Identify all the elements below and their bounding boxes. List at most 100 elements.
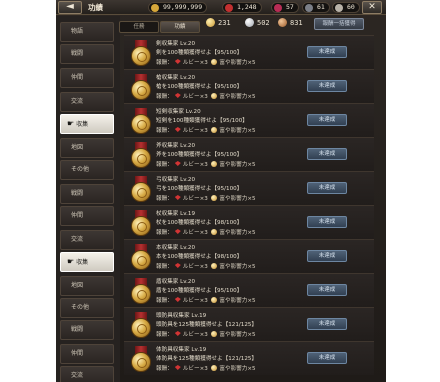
ruby-icon: [174, 161, 181, 166]
achievement-reward: 報酬： ルビー×3 富や影響力×5: [156, 127, 256, 134]
fame-coin-icon: [211, 229, 218, 235]
ruby-icon: [174, 195, 181, 200]
list-item: 体防具収集家 Lv.19 体防具を125種類獲得せよ【121/125】 報酬：ル…: [124, 341, 374, 375]
achievement-description: 斧を100種類獲得せよ【95/100】: [156, 152, 243, 158]
list-item: 槍収集家 Lv.20 槍を100種類獲得せよ【95/100】 報酬： ルビー×3 …: [124, 69, 374, 103]
list-item: 杖収集家 Lv.19 杖を100種類獲得せよ【98/100】 報酬： ルビー×3 …: [124, 205, 374, 239]
medal-icon: [129, 244, 153, 271]
gem-currency: 1,248: [222, 2, 262, 13]
achievement-description: 杖を100種類獲得せよ【98/100】: [156, 220, 243, 226]
achievement-status-button[interactable]: 未達成: [307, 250, 347, 262]
medal-icon: [129, 346, 153, 373]
back-button[interactable]: ◄: [58, 1, 82, 14]
fame-coin-icon: [211, 127, 218, 133]
top-bar: ◄ 功績 99,999,999 1,248 57 61 60 ✕: [56, 0, 386, 15]
sidebar-item-exchange[interactable]: 交流: [60, 366, 114, 382]
sidebar-item-exchange[interactable]: 交流: [60, 230, 114, 250]
bronze-medal-icon: [278, 18, 287, 27]
list-item: 短剣収集家 Lv.20 短剣を100種類獲得せよ【95/100】 報酬： ルビー×…: [124, 103, 374, 137]
medal-icon: [129, 108, 153, 135]
silver-medal-counter: 502: [245, 17, 270, 29]
list-item: 頭防具収集家 Lv.19 頭防具を125種類獲得せよ【121/125】 報酬：ル…: [124, 307, 374, 341]
achievement-description: 本を100種類獲得せよ【98/100】: [156, 254, 243, 260]
fame-coin-icon: [211, 263, 218, 269]
achievement-description: 剣を100種類獲得せよ【95/100】: [156, 50, 243, 56]
ruby-icon: [174, 93, 181, 98]
achievement-title: 剣収集家 Lv.20: [156, 41, 196, 47]
medal-icon: [129, 142, 153, 169]
ruby-icon: [174, 263, 181, 268]
close-button[interactable]: ✕: [362, 1, 382, 14]
sidebar-item-companions[interactable]: 仲間: [60, 206, 114, 226]
list-item: 剣収集家 Lv.20 剣を100種類獲得せよ【95/100】 報酬： ルビー×3 …: [124, 35, 374, 69]
achievement-status-button[interactable]: 未達成: [307, 182, 347, 194]
tab-achievements[interactable]: 功績: [160, 21, 200, 33]
achievement-status-button[interactable]: 未達成: [307, 318, 347, 330]
sidebar-item-companions[interactable]: 仲間: [60, 344, 114, 364]
achievement-title: 杖収集家 Lv.19: [156, 211, 196, 217]
achievement-status-button[interactable]: 未達成: [307, 46, 347, 58]
ruby-icon: [174, 365, 181, 370]
medal-icon: [129, 312, 153, 339]
achievement-description: 盾を100種類獲得せよ【95/100】: [156, 288, 243, 294]
achievement-title: 短剣収集家 Lv.20: [156, 109, 201, 115]
achievement-status-button[interactable]: 未達成: [307, 114, 347, 126]
sidebar-item-collection[interactable]: ☛ 収集: [60, 114, 114, 134]
achievement-status-button[interactable]: 未達成: [307, 80, 347, 92]
sidebar-item-battle[interactable]: 戦闘: [60, 184, 114, 204]
collect-all-rewards-button[interactable]: 報酬一括獲得: [314, 18, 364, 30]
achievement-reward: 報酬： ルビー×3 富や影響力×5: [156, 365, 256, 372]
achievement-status-button[interactable]: 未達成: [307, 352, 347, 364]
achievement-description: 弓を100種類獲得せよ【95/100】: [156, 186, 243, 192]
achievement-reward: 報酬： ルビー×3 富や影響力×5: [156, 229, 256, 236]
medal-icon: [129, 74, 153, 101]
sidebar-item-other[interactable]: その他: [60, 298, 114, 318]
achievement-description: 体防具を125種類獲得せよ【121/125】: [156, 356, 258, 362]
achievement-title: 本収集家 Lv.20: [156, 245, 196, 251]
sidebar-item-story[interactable]: 物語: [60, 22, 114, 42]
gold-currency: 99,999,999: [148, 2, 208, 13]
sidebar-item-battle[interactable]: 戦闘: [60, 44, 114, 64]
achievement-status-button[interactable]: 未達成: [307, 148, 347, 160]
sidebar-item-collection[interactable]: ☛ 収集: [60, 252, 114, 272]
category-sidebar: 物語 戦闘 仲間 交流 ☛ 収集 地図 その他 戦闘 仲間 交流 ☛ 収集 地図 そ…: [56, 16, 120, 382]
sidebar-item-other[interactable]: その他: [60, 160, 114, 180]
sidebar-item-map[interactable]: 地図: [60, 138, 114, 158]
fame-coin-icon: [211, 93, 218, 99]
achievement-title: 盾収集家 Lv.20: [156, 279, 196, 285]
medal-icon: [129, 176, 153, 203]
medal-icon: [129, 278, 153, 305]
list-item: 弓収集家 Lv.20 弓を100種類獲得せよ【95/100】 報酬： ルビー×3 …: [124, 171, 374, 205]
achievement-reward: 報酬： ルビー×3 富や影響力×5: [156, 263, 256, 270]
fame-coin-icon: [211, 59, 218, 65]
medal-icon: [129, 40, 153, 67]
pointing-hand-icon: ☛: [67, 119, 75, 128]
achievement-reward: 報酬： ルビー×3 富や影響力×5: [156, 59, 256, 66]
achievement-status-button[interactable]: 未達成: [307, 216, 347, 228]
achievement-status-button[interactable]: 未達成: [307, 284, 347, 296]
fame-coin-icon: [211, 195, 218, 201]
skull-currency: 60: [332, 2, 360, 13]
achievements-window: ◄ 功績 99,999,999 1,248 57 61 60 ✕ 物語 戦闘 仲…: [56, 0, 386, 382]
fame-coin-icon: [211, 161, 218, 167]
list-item: 本収集家 Lv.20 本を100種類獲得せよ【98/100】 報酬： ルビー×3 …: [124, 239, 374, 273]
achievement-title: 頭防具収集家 Lv.19: [156, 313, 207, 319]
achievement-description: 頭防具を125種類獲得せよ【121/125】: [156, 322, 258, 328]
ruby-icon: [174, 229, 181, 234]
tab-missions[interactable]: 任務: [119, 21, 159, 33]
achievement-title: 槍収集家 Lv.20: [156, 75, 196, 81]
sidebar-item-companions[interactable]: 仲間: [60, 68, 114, 88]
ruby-icon: [174, 331, 181, 336]
achievement-title: 斧収集家 Lv.20: [156, 143, 196, 149]
achievement-reward: 報酬： ルビー×3 富や影響力×5: [156, 161, 256, 168]
list-item: 盾収集家 Lv.20 盾を100種類獲得せよ【95/100】 報酬： ルビー×3 …: [124, 273, 374, 307]
sidebar-item-map[interactable]: 地図: [60, 276, 114, 296]
list-item: 斧収集家 Lv.20 斧を100種類獲得せよ【95/100】 報酬： ルビー×3 …: [124, 137, 374, 171]
stone-icon: [305, 4, 313, 12]
skull-icon: [335, 4, 343, 12]
ruby-currency: 57: [271, 2, 299, 13]
red-gem-icon: [225, 4, 233, 12]
pointing-hand-icon: ☛: [67, 257, 75, 266]
sidebar-item-battle[interactable]: 戦闘: [60, 320, 114, 340]
sidebar-item-exchange[interactable]: 交流: [60, 92, 114, 112]
